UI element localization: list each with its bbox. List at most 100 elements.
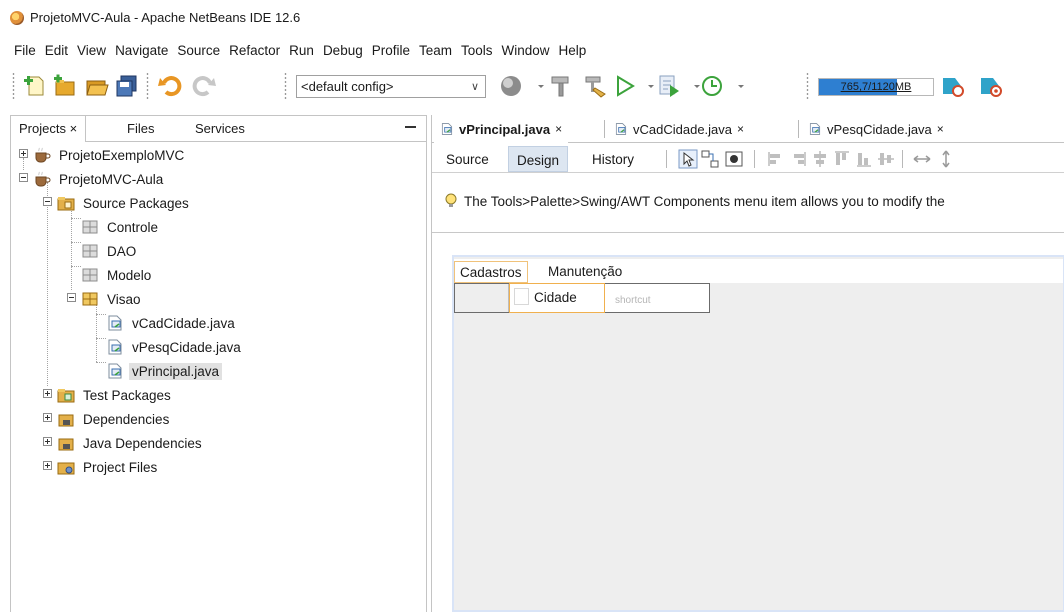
center-vertical-icon[interactable]	[876, 149, 896, 169]
dropdown-arrow-icon[interactable]	[684, 73, 700, 99]
globe-run-icon[interactable]	[498, 73, 524, 99]
close-icon[interactable]: ×	[555, 122, 562, 136]
dropdown-arrow-icon[interactable]	[638, 73, 654, 99]
menu-team[interactable]: Team	[415, 40, 456, 62]
align-right-icon[interactable]	[788, 149, 808, 169]
toolbar-grip[interactable]	[12, 72, 15, 100]
toolbar-grip[interactable]	[284, 72, 287, 100]
tree-node-package[interactable]: Controle	[81, 216, 161, 238]
palette-hint: The Tools>Palette>Swing/AWT Components m…	[444, 193, 945, 209]
connection-mode-icon[interactable]	[700, 149, 720, 169]
tab-source[interactable]: Source	[438, 146, 497, 172]
tree-node-source-packages[interactable]: Source Packages	[57, 192, 192, 214]
tree-line	[96, 302, 97, 362]
form-file-icon	[106, 315, 124, 331]
tree-node-file[interactable]: vPesqCidade.java	[106, 336, 244, 358]
menu-navigate[interactable]: Navigate	[111, 40, 172, 62]
tree-node-package[interactable]: DAO	[81, 240, 139, 262]
expand-toggle[interactable]	[43, 437, 52, 446]
tree-line	[71, 218, 81, 219]
menu-tools[interactable]: Tools	[457, 40, 497, 62]
menu-source[interactable]: Source	[173, 40, 224, 62]
tree-node-project[interactable]: ProjetoMVC-Aula	[33, 168, 166, 190]
center-horizontal-icon[interactable]	[810, 149, 830, 169]
debug-project-icon[interactable]	[656, 73, 682, 99]
tree-line	[96, 362, 106, 363]
profile-snapshot-icon[interactable]	[940, 73, 966, 99]
form-menubar[interactable]: Cadastros Manutenção	[454, 259, 1063, 283]
tree-node-package[interactable]: Modelo	[81, 264, 154, 286]
redo-icon[interactable]	[190, 73, 216, 99]
tree-node-project-files[interactable]: Project Files	[57, 456, 160, 478]
menu-profile[interactable]: Profile	[368, 40, 414, 62]
dropdown-arrow-icon[interactable]	[528, 73, 544, 99]
coffee-cup-icon	[33, 171, 51, 187]
form-menu-manutencao[interactable]: Manutenção	[543, 261, 627, 283]
align-bottom-icon[interactable]	[854, 149, 874, 169]
build-hammer-icon[interactable]	[548, 73, 574, 99]
tree-node-dependencies[interactable]: Dependencies	[57, 408, 172, 430]
form-popup-menu[interactable]: Cidade shortcut	[454, 283, 710, 313]
menu-run[interactable]: Run	[285, 40, 318, 62]
tab-projects[interactable]: Projects ×	[11, 116, 87, 142]
expand-toggle[interactable]	[43, 461, 52, 470]
tab-services[interactable]: Services	[187, 116, 253, 142]
open-project-icon[interactable]	[84, 73, 110, 99]
toolbar-grip[interactable]	[806, 72, 809, 100]
tree-node-project[interactable]: ProjetoExemploMVC	[33, 144, 187, 166]
minimize-icon[interactable]	[405, 126, 416, 128]
resize-vertical-icon[interactable]	[936, 149, 956, 169]
tab-vcadcidade[interactable]: vCadCidade.java ×	[608, 115, 750, 143]
profile-gc-icon[interactable]	[978, 73, 1004, 99]
tab-vpesqcidade[interactable]: vPesqCidade.java ×	[802, 115, 950, 143]
menu-view[interactable]: View	[73, 40, 110, 62]
dropdown-arrow-icon[interactable]	[728, 73, 744, 99]
save-all-icon[interactable]	[114, 73, 140, 99]
form-file-icon	[106, 363, 124, 379]
menu-file[interactable]: File	[10, 40, 40, 62]
tree-node-java-dependencies[interactable]: Java Dependencies	[57, 432, 205, 454]
tab-history[interactable]: History	[584, 146, 642, 172]
collapse-toggle[interactable]	[19, 173, 28, 182]
tree-line	[23, 158, 24, 170]
form-menu-cadastros[interactable]: Cadastros	[454, 261, 528, 283]
selection-mode-icon[interactable]	[678, 149, 698, 169]
collapse-toggle[interactable]	[67, 293, 76, 302]
toolbar-grip[interactable]	[146, 72, 149, 100]
close-icon[interactable]: ×	[737, 122, 744, 136]
close-icon[interactable]: ×	[937, 122, 944, 136]
menu-window[interactable]: Window	[498, 40, 554, 62]
close-icon[interactable]: ×	[70, 121, 78, 136]
collapse-toggle[interactable]	[43, 197, 52, 206]
tree-node-file-selected[interactable]: vPrincipal.java	[106, 360, 223, 382]
expand-toggle[interactable]	[19, 149, 28, 158]
memory-usage-bar[interactable]: 765,7/1120MB	[818, 78, 934, 96]
new-project-icon[interactable]	[52, 73, 78, 99]
run-project-icon[interactable]	[612, 73, 638, 99]
new-file-icon[interactable]	[22, 73, 48, 99]
menu-help[interactable]: Help	[555, 40, 591, 62]
preview-design-icon[interactable]	[724, 149, 744, 169]
resize-horizontal-icon[interactable]	[912, 149, 932, 169]
tree-node-package[interactable]: Visao	[81, 288, 144, 310]
menu-debug[interactable]: Debug	[319, 40, 367, 62]
tab-design[interactable]: Design	[508, 146, 569, 172]
design-canvas[interactable]: Cadastros Manutenção Cidade shortcut	[448, 255, 1064, 612]
jframe-form[interactable]: Cadastros Manutenção Cidade shortcut	[452, 255, 1064, 612]
tab-files[interactable]: Files	[119, 116, 162, 142]
align-top-icon[interactable]	[832, 149, 852, 169]
profile-project-icon[interactable]	[700, 73, 726, 99]
config-select[interactable]: <default config> ∨	[296, 75, 486, 98]
menu-item-cidade[interactable]: Cidade	[509, 283, 605, 313]
expand-toggle[interactable]	[43, 389, 52, 398]
clean-build-icon[interactable]	[582, 73, 608, 99]
align-left-icon[interactable]	[766, 149, 786, 169]
tree-node-test-packages[interactable]: Test Packages	[57, 384, 174, 406]
tree-node-file[interactable]: vCadCidade.java	[106, 312, 238, 334]
menu-edit[interactable]: Edit	[41, 40, 72, 62]
expand-toggle[interactable]	[43, 413, 52, 422]
coffee-cup-icon	[33, 147, 51, 163]
menu-refactor[interactable]: Refactor	[225, 40, 284, 62]
undo-icon[interactable]	[158, 73, 184, 99]
tab-vprincipal[interactable]: vPrincipal.java ×	[434, 115, 569, 143]
